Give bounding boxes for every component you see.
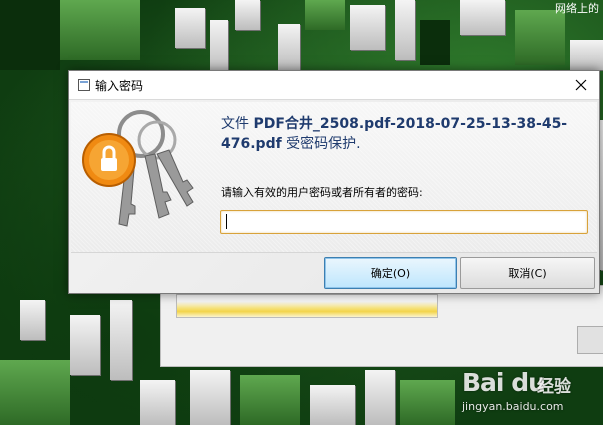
wallpaper-block: [235, 0, 260, 30]
desktop-corner-text: 网络上的: [555, 2, 599, 15]
wallpaper-block: [175, 8, 205, 48]
password-prompt-label: 请输入有效的用户密码或者所有者的密码:: [221, 186, 423, 199]
ok-button[interactable]: 确定(O): [324, 257, 457, 289]
dialog-titlebar[interactable]: 输入密码: [69, 71, 599, 99]
message-suffix: 受密码保护.: [281, 136, 361, 152]
text-caret: [226, 214, 227, 229]
wallpaper-block: [190, 370, 230, 425]
document-icon: [78, 79, 90, 91]
wallpaper-block: [310, 385, 355, 425]
wallpaper-block: [400, 380, 455, 425]
wallpaper-block: [70, 315, 100, 375]
wallpaper-block: [0, 0, 60, 70]
cancel-button[interactable]: 取消(C): [460, 257, 595, 289]
protected-file-message: 文件 PDF合井_2508.pdf-2018-07-25-13-38-45-47…: [221, 114, 591, 154]
password-field[interactable]: [220, 210, 588, 234]
wallpaper-block: [570, 40, 603, 70]
dialog-client-area: 文件 PDF合井_2508.pdf-2018-07-25-13-38-45-47…: [69, 99, 599, 293]
wallpaper-block: [395, 0, 415, 60]
password-input[interactable]: [221, 211, 587, 233]
wallpaper-block: [240, 375, 300, 425]
close-button[interactable]: [563, 71, 599, 99]
dialog-title: 输入密码: [95, 79, 144, 93]
background-progress-window: [160, 285, 603, 367]
dialog-content-panel: 文件 PDF合井_2508.pdf-2018-07-25-13-38-45-47…: [71, 102, 597, 253]
watermark-experience: 经验: [537, 377, 571, 397]
close-icon: [575, 79, 587, 91]
watermark-url: jingyan.baidu.com: [462, 400, 564, 413]
progress-bar: [176, 294, 438, 318]
wallpaper-block: [60, 0, 140, 60]
wallpaper-block: [140, 380, 175, 425]
wallpaper-block: [365, 370, 395, 425]
background-window-button[interactable]: [577, 326, 603, 354]
wallpaper-block: [350, 5, 385, 50]
keys-lock-icon: [82, 110, 194, 227]
wallpaper-block: [0, 360, 70, 425]
wallpaper-block: [20, 300, 45, 340]
password-dialog: 输入密码 文件 PDF合井_2508.pdf-2018-07-25-13-38-…: [68, 70, 600, 294]
wallpaper-block: [515, 10, 565, 65]
protected-file-name: PDF合井_2508.pdf-2018-07-25-13-38-45-476.p…: [221, 116, 568, 152]
baidu-jingyan-watermark: Bai du 经验 jingyan.baidu.com: [462, 368, 602, 420]
wallpaper-block: [420, 20, 450, 65]
wallpaper-block: [210, 20, 228, 75]
wallpaper-block: [305, 0, 345, 30]
message-prefix: 文件: [221, 116, 254, 132]
wallpaper-block: [460, 0, 505, 35]
watermark-logo: Bai du: [462, 368, 546, 397]
wallpaper-block: [278, 24, 300, 70]
wallpaper-block: [110, 300, 132, 380]
